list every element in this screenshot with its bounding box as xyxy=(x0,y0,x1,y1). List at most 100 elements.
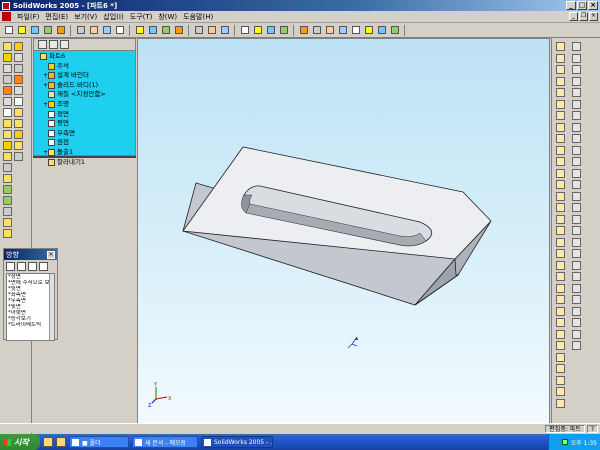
sketch-tool-icon[interactable] xyxy=(556,272,565,281)
sketch-tool-icon[interactable] xyxy=(572,145,581,155)
feature-tool-icon[interactable] xyxy=(14,108,23,117)
sketch-tool-icon[interactable] xyxy=(572,180,581,189)
sketch-tool-icon[interactable] xyxy=(556,375,565,385)
sketch-tool-icon[interactable] xyxy=(572,191,581,201)
feature-tool-icon[interactable] xyxy=(3,75,12,84)
orientation-list-scrollbar[interactable] xyxy=(49,274,54,340)
sketch-tool-icon[interactable] xyxy=(572,99,581,109)
sketch-tool-icon[interactable] xyxy=(556,111,565,120)
sketch-tool-icon[interactable] xyxy=(556,53,565,63)
feature-tool-icon[interactable] xyxy=(3,64,12,73)
close-button[interactable]: × xyxy=(588,1,598,10)
feature-tree-item[interactable]: 평면 xyxy=(34,119,135,129)
feature-tool-icon[interactable] xyxy=(3,196,12,205)
rotate-icon[interactable] xyxy=(252,25,263,36)
sketch-tool-icon[interactable] xyxy=(556,99,565,109)
sketch-tool-icon[interactable] xyxy=(572,214,581,224)
feature-tool-icon[interactable] xyxy=(14,53,23,62)
sketch-tool-icon[interactable] xyxy=(556,191,565,201)
property-manager-tab-icon[interactable] xyxy=(49,40,58,49)
feature-tool-icon[interactable] xyxy=(14,141,23,150)
sketch-tool-icon[interactable] xyxy=(572,76,581,86)
doc-close-button[interactable]: × xyxy=(589,12,598,21)
model-viewport[interactable]: X Y Z xyxy=(138,39,550,431)
origin-marker[interactable] xyxy=(347,336,358,349)
taskbar-task-button[interactable]: SolidWorks 2005 - ... xyxy=(201,436,273,448)
shaded-edges-icon[interactable] xyxy=(350,25,361,36)
menu-file[interactable]: 파일(F) xyxy=(14,12,42,22)
sketch-tool-icon[interactable] xyxy=(556,329,565,339)
sketch-tool-icon[interactable] xyxy=(572,283,581,293)
new-icon[interactable] xyxy=(3,25,14,36)
copy-icon[interactable] xyxy=(88,25,99,36)
perspective-icon[interactable] xyxy=(376,25,387,36)
solidworks-app-icon[interactable] xyxy=(2,1,10,10)
menu-window[interactable]: 창(W) xyxy=(155,12,180,22)
feature-tool-icon[interactable] xyxy=(3,119,12,128)
feature-tool-icon[interactable] xyxy=(14,97,23,106)
feature-tree-item[interactable]: + 솔리드 바디(1) xyxy=(34,81,135,91)
feature-tool-icon[interactable] xyxy=(3,130,12,139)
feature-tool-icon[interactable] xyxy=(3,108,12,117)
graphics-area[interactable]: X Y Z xyxy=(137,38,550,431)
sketch-tool-icon[interactable] xyxy=(556,306,565,316)
sketch-tool-icon[interactable] xyxy=(572,53,581,63)
orientation-dialog-header[interactable]: 방향 × xyxy=(4,249,57,260)
feature-tree-item[interactable]: 재질 <지정안함> xyxy=(34,90,135,100)
standard-views-icon[interactable] xyxy=(389,25,400,36)
sketch-tool-icon[interactable] xyxy=(572,122,581,132)
sketch-tool-icon[interactable] xyxy=(556,295,565,304)
new-view-icon[interactable] xyxy=(6,262,15,271)
sketch-tool-icon[interactable] xyxy=(556,237,565,247)
zoom-fit-icon[interactable] xyxy=(206,25,217,36)
feature-tool-icon[interactable] xyxy=(3,163,12,172)
feature-tool-icon[interactable] xyxy=(14,152,23,161)
sketch-tool-icon[interactable] xyxy=(572,42,581,51)
feature-tree-tab-icon[interactable] xyxy=(38,40,47,49)
feature-tool-icon[interactable] xyxy=(14,64,23,73)
sketch-tool-icon[interactable] xyxy=(556,352,565,362)
sketch-tool-icon[interactable] xyxy=(572,168,581,178)
feature-tool-icon[interactable] xyxy=(14,75,23,84)
help-icon[interactable] xyxy=(173,25,184,36)
rebuild-icon[interactable] xyxy=(147,25,158,36)
sketch-tool-icon[interactable] xyxy=(572,341,581,350)
options-icon[interactable] xyxy=(160,25,171,36)
maximize-button[interactable]: □ xyxy=(577,1,587,10)
feature-tool-icon[interactable] xyxy=(3,97,12,106)
minimize-button[interactable]: _ xyxy=(566,1,576,10)
menu-tools[interactable]: 도구(T) xyxy=(127,12,156,22)
feature-tool-icon[interactable] xyxy=(14,119,23,128)
sketch-tool-icon[interactable] xyxy=(556,134,565,143)
sketch-tool-icon[interactable] xyxy=(572,134,581,143)
panel-splitter[interactable] xyxy=(33,156,136,158)
feature-tree-item[interactable]: 정면 xyxy=(34,110,135,120)
sketch-tool-icon[interactable] xyxy=(556,88,565,97)
sketch-tool-icon[interactable] xyxy=(556,65,565,74)
hidden-lines-icon[interactable] xyxy=(324,25,335,36)
sketch-tool-icon[interactable] xyxy=(556,42,565,51)
sketch-tool-icon[interactable] xyxy=(556,157,565,166)
sketch-tool-icon[interactable] xyxy=(572,272,581,281)
feature-tree-item[interactable]: 원점 xyxy=(34,138,135,148)
sketch-tool-icon[interactable] xyxy=(556,283,565,293)
view-icon[interactable] xyxy=(193,25,204,36)
sketch-tool-icon[interactable] xyxy=(572,306,581,316)
open-icon[interactable] xyxy=(16,25,27,36)
sketch-tool-icon[interactable] xyxy=(572,65,581,74)
feature-tool-icon[interactable] xyxy=(3,86,12,95)
undo-icon[interactable] xyxy=(114,25,125,36)
feature-tree-item[interactable]: + 설계 바인더 xyxy=(34,71,135,81)
feature-tool-icon[interactable] xyxy=(3,152,12,161)
start-button[interactable]: 시작 xyxy=(0,434,40,450)
help-indicator[interactable]: ? xyxy=(586,424,598,433)
configuration-manager-tab-icon[interactable] xyxy=(60,40,69,49)
print-icon[interactable] xyxy=(42,25,53,36)
feature-tool-icon[interactable] xyxy=(3,218,12,227)
sketch-tool-icon[interactable] xyxy=(556,260,565,270)
sketch-tool-icon[interactable] xyxy=(556,226,565,235)
sketch-tool-icon[interactable] xyxy=(556,168,565,178)
taskbar-task-button[interactable]: ■ 폴더 xyxy=(69,436,129,448)
sketch-tool-icon[interactable] xyxy=(556,398,565,408)
feature-tree-item[interactable]: 잘라내기1 xyxy=(34,158,135,168)
